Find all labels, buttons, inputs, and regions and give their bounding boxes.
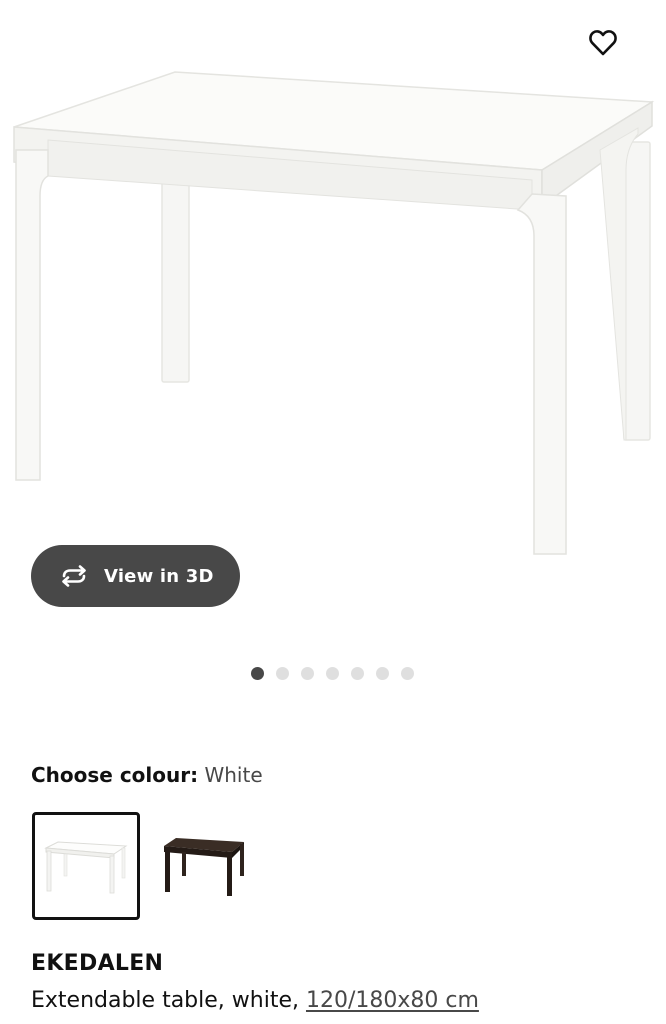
gallery-dot[interactable] [251,666,264,680]
gallery-dot[interactable] [401,666,414,680]
selected-colour-value: White [204,763,263,787]
product-image-gallery[interactable]: View in 3D [0,0,666,650]
rotate-arrows-icon [58,563,92,589]
favourite-button[interactable] [584,24,622,62]
product-size-link[interactable]: 120/180x80 cm [306,988,479,1013]
colour-label: Choose colour: [31,763,199,787]
colour-option-dark-brown[interactable] [150,812,258,920]
gallery-dot[interactable] [376,666,389,680]
product-page: View in 3D Choose colour: White EKEDALEN… [0,0,666,1024]
product-name: EKEDALEN [31,951,164,976]
heart-outline-icon [589,30,617,56]
gallery-dot[interactable] [301,666,314,680]
gallery-dot[interactable] [276,666,289,680]
gallery-dot[interactable] [351,666,364,680]
gallery-pagination [251,666,414,680]
dark-brown-table-thumbnail [164,838,244,896]
gallery-dot[interactable] [326,666,339,680]
white-table-thumbnail [44,841,128,894]
colour-selector-heading: Choose colour: White [31,763,263,787]
view-in-3d-label: View in 3D [104,565,214,587]
product-description: Extendable table, white, 120/180x80 cm [31,988,479,1013]
colour-option-white[interactable] [32,812,140,920]
product-description-text: Extendable table, white, [31,988,306,1013]
view-in-3d-button[interactable]: View in 3D [31,545,240,607]
